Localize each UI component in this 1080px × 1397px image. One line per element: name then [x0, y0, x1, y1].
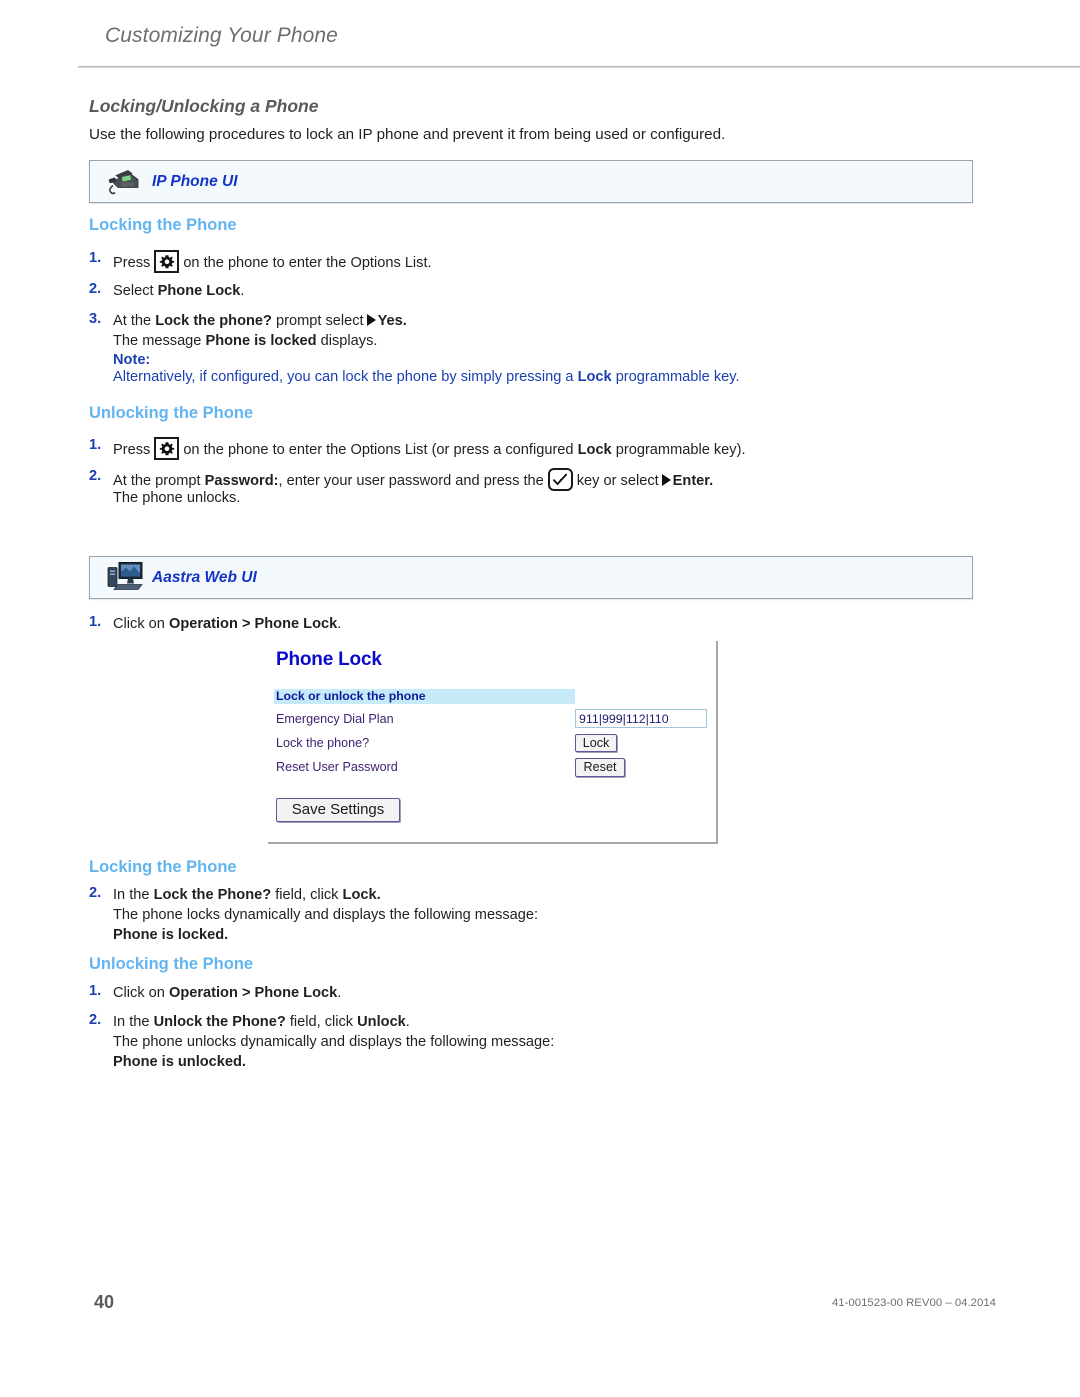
step-text-part: .: [240, 283, 245, 299]
step-number: 1.: [89, 983, 102, 999]
step-text-continuation: The phone unlocks.: [113, 490, 241, 506]
step-text-bold: Lock: [577, 442, 612, 458]
note-label: Note:: [113, 352, 151, 368]
step-text-part: At the prompt: [113, 473, 201, 489]
options-gear-key-icon: [154, 250, 180, 273]
section-heading: Locking/Unlocking a Phone: [89, 96, 319, 116]
document-code: 41-001523-00 REV00 – 04.2014: [831, 1297, 996, 1309]
unlocked-message: Phone is unlocked.: [113, 1054, 246, 1070]
step-text: Click on Operation > Phone Lock.: [113, 614, 341, 634]
step-text-part: , enter your user password and press the: [278, 473, 544, 489]
step-number: 1.: [89, 437, 102, 453]
step-text-bold: Enter.: [672, 473, 714, 489]
aastra-web-ui-banner-label: Aastra Web UI: [152, 568, 257, 586]
step-text-bold: Password:: [204, 473, 279, 489]
subheading-unlocking-the-phone-ipui: Unlocking the Phone: [89, 404, 254, 422]
save-settings-button[interactable]: Save Settings: [276, 798, 400, 822]
step-text-bold: Unlock the Phone?: [153, 1014, 286, 1030]
note-text-part: programmable key.: [615, 369, 740, 385]
step-text-part: on the phone to enter the Options List.: [183, 255, 432, 271]
step-text-bold: Operation > Phone Lock: [168, 616, 338, 632]
note-text-bold: Lock: [577, 369, 612, 385]
page-title: Customizing Your Phone: [105, 24, 338, 47]
phone-lock-section-header: Lock or unlock the phone: [274, 689, 575, 704]
lock-the-phone-label: Lock the phone?: [276, 736, 370, 750]
subheading-locking-the-phone-webui: Locking the Phone: [89, 858, 237, 876]
step-text-part: prompt select: [276, 313, 364, 329]
step-text: Click on Operation > Phone Lock.: [113, 983, 341, 1003]
reset-user-password-label: Reset User Password: [276, 760, 398, 774]
step-text-bold: Lock the phone?: [155, 313, 272, 329]
phone-lock-screenshot-title: Phone Lock: [276, 649, 382, 670]
aastra-web-ui-banner: Aastra Web UI: [89, 556, 973, 599]
step-text-part: key or select: [576, 473, 659, 489]
step-number: 2.: [89, 885, 102, 901]
step-number: 2.: [89, 468, 102, 484]
step-text-part: At the: [113, 313, 152, 329]
desktop-computer-icon: [102, 557, 146, 598]
step-text: Select Phone Lock.: [113, 281, 244, 301]
emergency-dial-plan-label: Emergency Dial Plan: [276, 712, 394, 726]
step-text-part: Press: [113, 255, 151, 271]
step-text-part: Click on: [113, 616, 165, 632]
step-text-part: on the phone to enter the Options List (…: [183, 442, 574, 458]
step-text-continuation: The phone unlocks dynamically and displa…: [113, 1034, 555, 1050]
step-text-part: .: [337, 985, 342, 1001]
step-text-part: In the: [113, 887, 150, 903]
step-number: 1.: [89, 614, 102, 630]
step-text-part: Select: [113, 283, 154, 299]
checkmark-key-icon: [547, 468, 573, 491]
desk-phone-icon: [102, 163, 142, 200]
options-gear-key-icon: [154, 437, 180, 460]
step-number: 3.: [89, 311, 102, 327]
step-text-part: field, click: [289, 1014, 354, 1030]
step-text-part: field, click: [275, 887, 339, 903]
phone-lock-screenshot: Phone Lock Lock or unlock the phone Emer…: [268, 641, 718, 844]
step-number: 2.: [89, 1012, 102, 1028]
lock-button[interactable]: Lock: [575, 734, 617, 752]
step-number: 2.: [89, 281, 102, 297]
note-text-part: Alternatively, if configured, you can lo…: [113, 369, 574, 385]
step-text-bold: Phone Lock: [157, 283, 241, 299]
step-text-part: displays.: [320, 333, 378, 349]
step-text-part: .: [337, 616, 342, 632]
ip-phone-ui-banner-label: IP Phone UI: [152, 172, 238, 190]
step-text-bold: Yes.: [377, 313, 407, 329]
section-intro-paragraph: Use the following procedures to lock an …: [89, 126, 726, 143]
step-text: In the Unlock the Phone? field, click Un…: [113, 1012, 410, 1032]
step-text-part: The message: [113, 333, 202, 349]
step-number: 1.: [89, 250, 102, 266]
step-text-bold: Phone is locked: [205, 333, 317, 349]
step-text-part: In the: [113, 1014, 150, 1030]
step-text-continuation: The message Phone is locked displays.: [113, 331, 377, 351]
step-text-bold: Operation > Phone Lock: [168, 985, 338, 1001]
step-text-bold: Lock the Phone?: [153, 887, 272, 903]
step-text: Press on the phone to enter the Options L…: [113, 437, 746, 460]
subheading-locking-the-phone-ipui: Locking the Phone: [89, 216, 237, 234]
step-text: In the Lock the Phone? field, click Lock…: [113, 885, 381, 905]
page-number: 40: [94, 1292, 115, 1312]
right-arrow-icon: [661, 474, 671, 486]
step-text-part: Press: [113, 442, 151, 458]
step-text-part: Click on: [113, 985, 165, 1001]
reset-button[interactable]: Reset: [575, 758, 625, 777]
step-text-continuation: The phone locks dynamically and displays…: [113, 907, 539, 923]
step-text-bold: Lock.: [342, 887, 381, 903]
emergency-dial-plan-input[interactable]: 911|999|112|110: [575, 709, 707, 728]
step-text-part: programmable key).: [615, 442, 746, 458]
step-text-bold: Unlock: [357, 1014, 406, 1030]
subheading-unlocking-the-phone-webui: Unlocking the Phone: [89, 955, 254, 973]
ip-phone-ui-banner: IP Phone UI: [89, 160, 973, 203]
step-text: Press on the phone to enter the Options L…: [113, 250, 432, 273]
header-divider: [78, 66, 1080, 68]
right-arrow-icon: [366, 314, 376, 326]
step-text-part: .: [405, 1014, 410, 1030]
note-body: Alternatively, if configured, you can lo…: [113, 369, 740, 385]
locked-message: Phone is locked.: [113, 927, 229, 943]
step-text: At the Lock the phone? prompt select Yes.: [113, 311, 407, 331]
